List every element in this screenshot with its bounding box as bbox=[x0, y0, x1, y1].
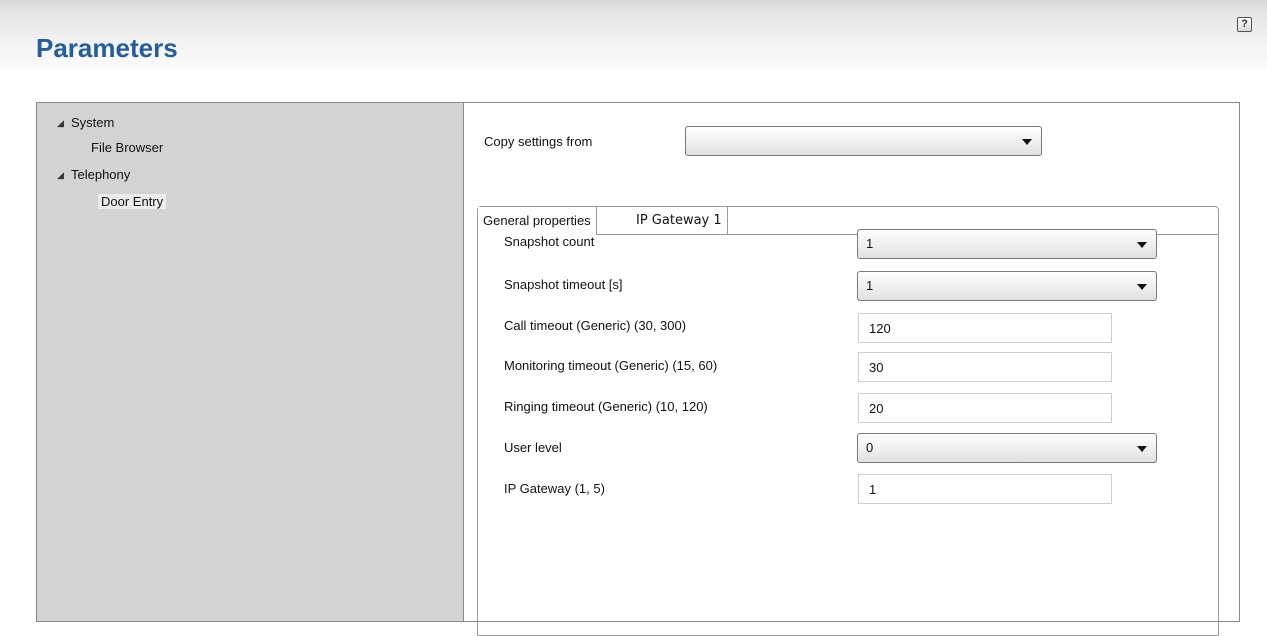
select-value: 1 bbox=[866, 236, 874, 251]
ringing-timeout-input[interactable] bbox=[858, 393, 1112, 423]
tree-node-system[interactable]: ◢ System bbox=[57, 113, 114, 133]
help-icon[interactable]: ? bbox=[1237, 17, 1252, 32]
select-value: 0 bbox=[866, 440, 874, 455]
parameters-panel: ◢ System File Browser ◢ Telephony Door Ent… bbox=[36, 102, 1240, 636]
snapshot-timeout-label: Snapshot timeout [s] bbox=[504, 277, 623, 292]
tree-node-door-entry[interactable]: Door Entry bbox=[98, 192, 167, 212]
monitoring-timeout-label: Monitoring timeout (Generic) (15, 60) bbox=[504, 358, 718, 373]
select-value: 1 bbox=[866, 278, 874, 293]
tree-node-label: Door Entry bbox=[98, 194, 167, 209]
user-level-select[interactable]: 0 bbox=[857, 433, 1157, 463]
dropdown-arrow-icon bbox=[1022, 139, 1032, 145]
tree-node-label: System bbox=[71, 115, 115, 130]
expanded-arrow-icon[interactable]: ◢ bbox=[57, 113, 71, 133]
tree-node-file-browser[interactable]: File Browser bbox=[88, 138, 166, 158]
tab-general-properties[interactable]: General properties bbox=[478, 207, 597, 235]
call-timeout-label: Call timeout (Generic) (30, 300) bbox=[504, 318, 687, 333]
snapshot-count-label: Snapshot count bbox=[504, 234, 595, 249]
dropdown-arrow-icon bbox=[1137, 446, 1147, 452]
expanded-arrow-icon[interactable]: ◢ bbox=[57, 165, 71, 185]
header: Parameters ? bbox=[0, 0, 1267, 100]
tree-node-telephony[interactable]: ◢ Telephony bbox=[57, 165, 130, 185]
page-title: Parameters bbox=[36, 33, 178, 63]
tab-ip-gateway-1[interactable]: IP Gateway 1 bbox=[631, 207, 728, 234]
user-level-label: User level bbox=[504, 440, 562, 455]
copy-settings-label: Copy settings from bbox=[484, 134, 593, 149]
tree-pane: ◢ System File Browser ◢ Telephony Door Ent… bbox=[37, 103, 464, 621]
snapshot-timeout-select[interactable]: 1 bbox=[857, 271, 1157, 301]
dropdown-arrow-icon bbox=[1137, 242, 1147, 248]
monitoring-timeout-input[interactable] bbox=[858, 352, 1112, 382]
snapshot-count-select[interactable]: 1 bbox=[857, 229, 1157, 259]
copy-settings-select[interactable] bbox=[685, 126, 1042, 156]
dropdown-arrow-icon bbox=[1137, 284, 1147, 290]
ip-gateway-label: IP Gateway (1, 5) bbox=[504, 481, 605, 496]
settings-content: Copy settings from General properties IP… bbox=[464, 103, 1239, 636]
ringing-timeout-label: Ringing timeout (Generic) (10, 120) bbox=[504, 399, 708, 414]
ip-gateway-input[interactable] bbox=[858, 474, 1112, 504]
tree-node-label: File Browser bbox=[91, 140, 164, 155]
tree-node-label: Telephony bbox=[71, 167, 131, 182]
call-timeout-input[interactable] bbox=[858, 313, 1112, 343]
